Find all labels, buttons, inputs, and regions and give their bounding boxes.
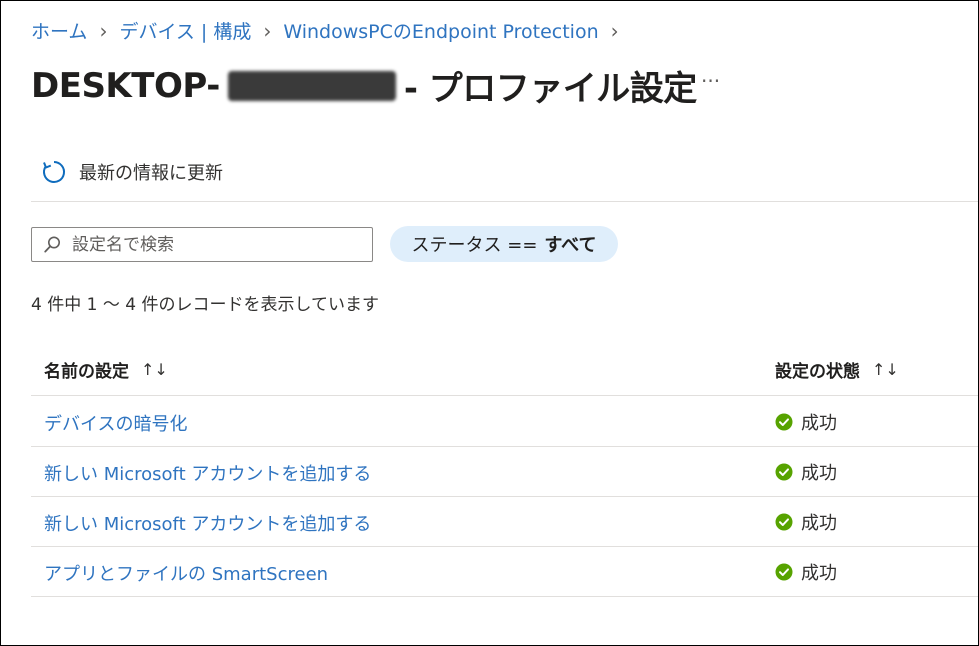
status-filter-pill[interactable]: ステータス == すべて xyxy=(390,226,618,262)
table-row: 新しい Microsoft アカウントを追加する 成功 xyxy=(31,446,978,497)
status-cell: 成功 xyxy=(775,409,837,435)
breadcrumb: ホーム › デバイス | 構成 › WindowsPCのEndpoint Pro… xyxy=(31,17,631,44)
success-check-icon xyxy=(775,413,793,431)
toolbar-divider xyxy=(31,201,978,202)
sort-icon[interactable]: ↑↓ xyxy=(141,360,168,379)
table-row: 新しい Microsoft アカウントを追加する 成功 xyxy=(31,496,978,547)
profile-settings-window: ホーム › デバイス | 構成 › WindowsPCのEndpoint Pro… xyxy=(0,0,979,646)
column-header-label: 設定の状態 xyxy=(775,362,860,382)
setting-name-link[interactable]: デバイスの暗号化 xyxy=(44,410,187,436)
record-count-text: 4 件中 1 ～ 4 件のレコードを表示しています xyxy=(31,295,379,315)
breadcrumb-device-config[interactable]: デバイス | 構成 xyxy=(119,17,251,44)
status-filter-label: ステータス == xyxy=(411,235,538,256)
table-row: アプリとファイルの SmartScreen 成功 xyxy=(31,546,978,597)
breadcrumb-endpoint-protection[interactable]: WindowsPCのEndpoint Protection xyxy=(283,17,598,44)
status-text: 成功 xyxy=(801,563,837,584)
setting-name-link[interactable]: 新しい Microsoft アカウントを追加する xyxy=(44,460,371,486)
chevron-right-icon: › xyxy=(610,18,619,43)
success-check-icon xyxy=(775,463,793,481)
chevron-right-icon: › xyxy=(99,18,108,43)
status-cell: 成功 xyxy=(775,559,837,585)
breadcrumb-home[interactable]: ホーム xyxy=(31,17,87,44)
search-input[interactable] xyxy=(70,233,354,256)
page-title-prefix: DESKTOP- xyxy=(31,65,220,106)
column-header-label: 名前の設定 xyxy=(44,362,129,382)
search-box[interactable] xyxy=(31,227,373,262)
search-icon xyxy=(44,236,60,253)
table-row: デバイスの暗号化 成功 xyxy=(31,396,978,447)
success-check-icon xyxy=(775,563,793,581)
status-filter-value: すべて xyxy=(544,235,597,256)
refresh-button[interactable]: 最新の情報に更新 xyxy=(41,159,223,185)
setting-name-link[interactable]: 新しい Microsoft アカウントを追加する xyxy=(44,510,371,536)
refresh-icon xyxy=(43,161,65,183)
status-text: 成功 xyxy=(801,413,837,434)
status-cell: 成功 xyxy=(775,459,837,485)
redacted-device-name xyxy=(227,70,396,101)
sort-icon[interactable]: ↑↓ xyxy=(872,360,899,379)
setting-name-link[interactable]: アプリとファイルの SmartScreen xyxy=(44,560,328,586)
more-options-button[interactable]: ··· xyxy=(701,69,720,93)
column-header-setting-status[interactable]: 設定の状態 ↑↓ xyxy=(775,357,899,382)
refresh-label: 最新の情報に更新 xyxy=(79,163,223,184)
page-title: DESKTOP- - プロファイル設定 xyxy=(31,61,697,110)
status-text: 成功 xyxy=(801,513,837,534)
column-header-setting-name[interactable]: 名前の設定 ↑↓ xyxy=(44,357,168,382)
success-check-icon xyxy=(775,513,793,531)
status-cell: 成功 xyxy=(775,509,837,535)
chevron-right-icon: › xyxy=(263,18,272,43)
page-title-suffix: - プロファイル設定 xyxy=(403,69,697,109)
status-text: 成功 xyxy=(801,463,837,484)
